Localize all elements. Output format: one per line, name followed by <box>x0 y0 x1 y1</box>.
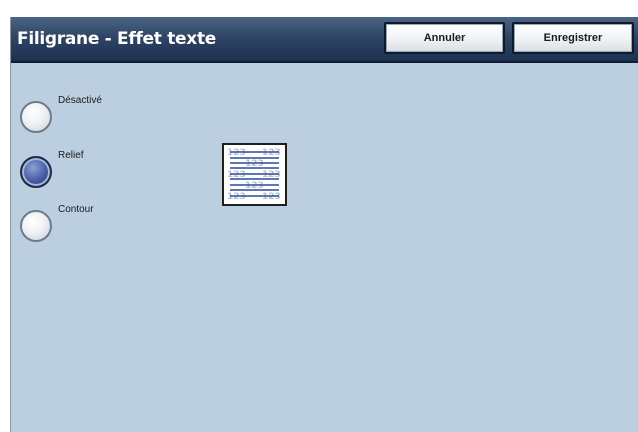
preview-sample-text: 123 <box>227 148 246 158</box>
title-bar: Filigrane - Effet texte Annuler Enregist… <box>11 17 638 63</box>
radio-button-relief[interactable] <box>20 156 52 188</box>
cancel-button[interactable]: Annuler <box>384 22 505 54</box>
save-button[interactable]: Enregistrer <box>512 22 634 54</box>
option-label-desactive: Désactivé <box>58 95 102 106</box>
preview-sample-text: 123 <box>227 192 246 202</box>
option-label-contour: Contour <box>58 204 94 215</box>
page-title: Filigrane - Effet texte <box>17 29 217 49</box>
preview-sample-text: 123 <box>262 192 281 202</box>
radio-button-contour[interactable] <box>20 210 52 242</box>
option-label-relief: Relief <box>58 150 84 161</box>
preview-sample-text: 123 <box>262 148 281 158</box>
radio-button-desactive[interactable] <box>20 101 52 133</box>
screen: Filigrane - Effet texte Annuler Enregist… <box>10 17 638 432</box>
watermark-relief-preview-icon: 123 123 123 123 123 123 123 123 <box>222 143 287 206</box>
